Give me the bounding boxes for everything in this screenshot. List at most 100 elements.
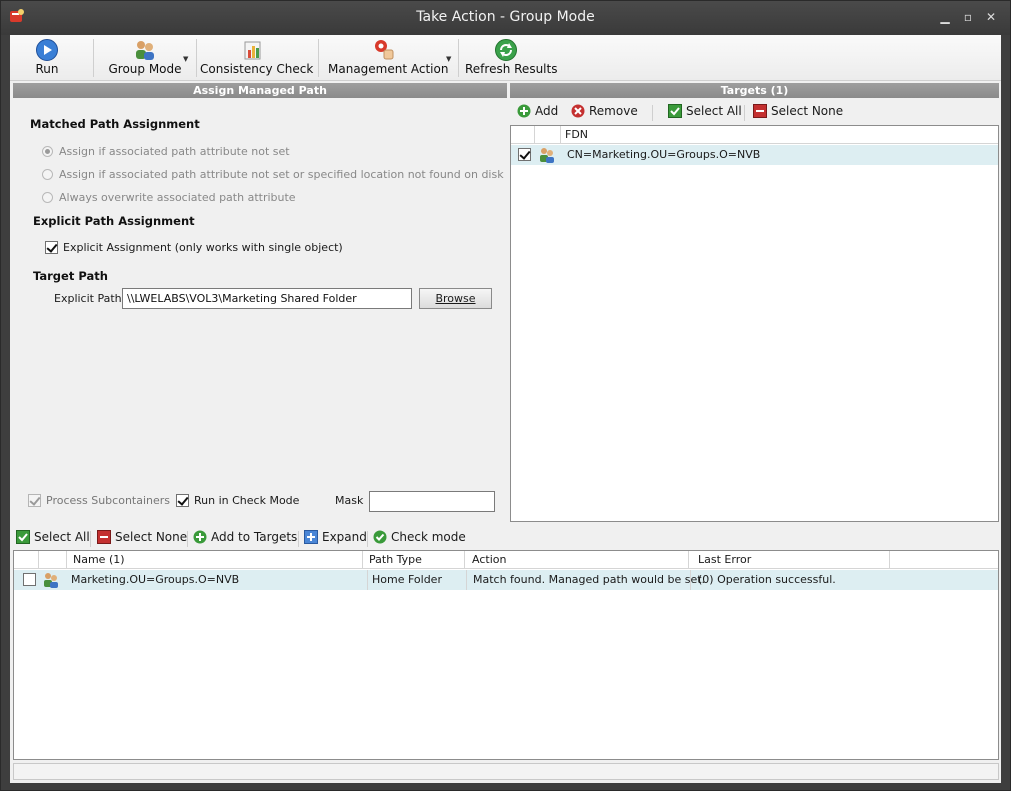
window: Take Action - Group Mode ▁ ▫ ✕ Run Group… bbox=[0, 0, 1011, 791]
add-icon bbox=[517, 104, 531, 118]
group-users-icon bbox=[44, 573, 58, 588]
expand-label: Expand bbox=[322, 530, 367, 544]
panel-header: Targets (1) bbox=[510, 83, 999, 98]
select-none-button[interactable]: Select None bbox=[753, 104, 843, 118]
targets-grid: FDN CN=Marketing.OU=Groups.O=NVB bbox=[510, 125, 999, 522]
add-button[interactable]: Add bbox=[517, 104, 558, 118]
select-all-button[interactable]: Select All bbox=[668, 104, 742, 118]
play-icon bbox=[36, 39, 58, 61]
title-bar: Take Action - Group Mode ▁ ▫ ✕ bbox=[1, 1, 1010, 35]
grid-header-fdn[interactable]: FDN bbox=[561, 126, 998, 144]
select-all-icon bbox=[668, 104, 682, 118]
checkbox-indicator bbox=[28, 493, 41, 507]
row-name: Marketing.OU=Groups.O=NVB bbox=[71, 573, 240, 586]
select-none-label: Select None bbox=[771, 104, 844, 118]
checkbox-label: Run in Check Mode bbox=[194, 493, 300, 507]
bottom-select-all-button[interactable]: Select All bbox=[16, 530, 90, 544]
toolbar-separator bbox=[196, 39, 197, 77]
remove-button[interactable]: Remove bbox=[571, 104, 638, 118]
targets-toolbar: Add Remove Select All Select None bbox=[510, 101, 999, 123]
check-icon bbox=[373, 530, 387, 544]
refresh-results-button[interactable]: Refresh Results bbox=[465, 35, 557, 81]
run-in-check-mode-checkbox[interactable]: Run in Check Mode bbox=[176, 492, 299, 508]
browse-button[interactable]: Browse bbox=[419, 288, 492, 309]
row-checkbox[interactable] bbox=[19, 570, 41, 590]
row-checkbox[interactable] bbox=[514, 145, 536, 165]
select-none-label: Select None bbox=[115, 530, 188, 544]
management-action-button[interactable]: Management Action bbox=[328, 35, 449, 81]
refresh-icon bbox=[495, 39, 517, 61]
remove-label: Remove bbox=[589, 104, 638, 118]
add-to-targets-button[interactable]: Add to Targets bbox=[193, 530, 297, 544]
grid-header-last-error[interactable]: Last Error bbox=[689, 551, 890, 569]
toolbar-separator bbox=[318, 39, 319, 77]
row-last-error: (0) Operation successful. bbox=[690, 570, 836, 590]
toolbar-separator bbox=[652, 105, 653, 121]
checkbox-indicator bbox=[176, 493, 189, 507]
radio-indicator bbox=[42, 145, 53, 157]
row-action: Match found. Managed path would be set. bbox=[466, 570, 705, 590]
check-mode-button[interactable]: Check mode bbox=[373, 530, 466, 544]
grid-header-check bbox=[511, 126, 535, 144]
grid-header-icon bbox=[535, 126, 561, 144]
checkbox-indicator bbox=[518, 148, 531, 161]
toolbar-separator bbox=[367, 531, 368, 547]
group-mode-button[interactable]: Group Mode bbox=[106, 35, 184, 81]
explicit-path-input[interactable] bbox=[122, 288, 412, 309]
process-subcontainers-checkbox[interactable]: Process Subcontainers bbox=[28, 492, 170, 508]
checkbox-label: Process Subcontainers bbox=[46, 493, 171, 507]
bottom-select-none-button[interactable]: Select None bbox=[97, 530, 187, 544]
radio-indicator bbox=[42, 191, 53, 203]
maximize-icon[interactable]: ▫ bbox=[960, 10, 976, 24]
chart-icon bbox=[244, 41, 261, 60]
select-all-label: Select All bbox=[34, 530, 90, 544]
targets-panel: Targets (1) Add Remove Select All Select… bbox=[510, 83, 999, 523]
radio-label: Assign if associated path attribute not … bbox=[59, 167, 504, 181]
radio-indicator bbox=[42, 168, 53, 180]
management-action-label: Management Action bbox=[328, 62, 449, 76]
row-path-type: Home Folder bbox=[367, 570, 442, 590]
radio-assign-if-not-found[interactable]: Assign if associated path attribute not … bbox=[42, 166, 504, 182]
mask-label: Mask bbox=[335, 494, 364, 507]
group-users-icon bbox=[136, 41, 154, 60]
radio-assign-if-not-set[interactable]: Assign if associated path attribute not … bbox=[42, 143, 290, 159]
mask-input[interactable] bbox=[369, 491, 495, 512]
table-row[interactable]: Marketing.OU=Groups.O=NVB Home Folder Ma… bbox=[14, 570, 998, 590]
checkbox-indicator bbox=[23, 573, 36, 586]
minimize-icon[interactable]: ▁ bbox=[937, 10, 953, 24]
grid-header-check bbox=[14, 551, 39, 569]
panel-header: Assign Managed Path bbox=[13, 83, 507, 98]
grid-header: FDN bbox=[511, 126, 998, 144]
results-toolbar: Select All Select None Add to Targets Ex… bbox=[13, 527, 999, 549]
toolbar-separator bbox=[187, 531, 188, 547]
row-fdn: CN=Marketing.OU=Groups.O=NVB bbox=[567, 148, 761, 161]
radio-label: Assign if associated path attribute not … bbox=[59, 144, 290, 158]
results-grid: Name (1) Path Type Action Last Error Mar… bbox=[13, 550, 999, 760]
select-all-label: Select All bbox=[686, 104, 742, 118]
client-area: Run Group Mode ▼ Consistency Check Manag… bbox=[10, 35, 1001, 783]
assign-managed-path-panel: Assign Managed Path Matched Path Assignm… bbox=[13, 83, 507, 525]
consistency-check-label: Consistency Check bbox=[200, 62, 314, 76]
close-icon[interactable]: ✕ bbox=[983, 10, 999, 24]
grid-header-path-type[interactable]: Path Type bbox=[363, 551, 465, 569]
grid-header-name[interactable]: Name (1) bbox=[67, 551, 363, 569]
chevron-down-icon[interactable]: ▼ bbox=[183, 55, 188, 63]
explicit-assignment-checkbox[interactable]: Explicit Assignment (only works with sin… bbox=[45, 239, 343, 255]
grid-header-action[interactable]: Action bbox=[465, 551, 689, 569]
expand-button[interactable]: Expand bbox=[304, 530, 367, 544]
group-users-icon bbox=[540, 148, 554, 163]
group-mode-label: Group Mode bbox=[108, 62, 182, 76]
consistency-check-button[interactable]: Consistency Check bbox=[200, 35, 314, 81]
expand-icon bbox=[304, 530, 318, 544]
table-row[interactable]: CN=Marketing.OU=Groups.O=NVB bbox=[511, 145, 998, 165]
explicit-path-label: Explicit Path bbox=[54, 292, 122, 305]
chevron-down-icon[interactable]: ▼ bbox=[446, 55, 451, 63]
run-button[interactable]: Run bbox=[20, 35, 74, 81]
target-path-title: Target Path bbox=[33, 269, 108, 283]
select-all-icon bbox=[16, 530, 30, 544]
status-bar bbox=[13, 763, 999, 780]
matched-path-title: Matched Path Assignment bbox=[30, 117, 200, 131]
add-icon bbox=[193, 530, 207, 544]
radio-always-overwrite[interactable]: Always overwrite associated path attribu… bbox=[42, 189, 296, 205]
checkbox-indicator bbox=[45, 240, 58, 254]
